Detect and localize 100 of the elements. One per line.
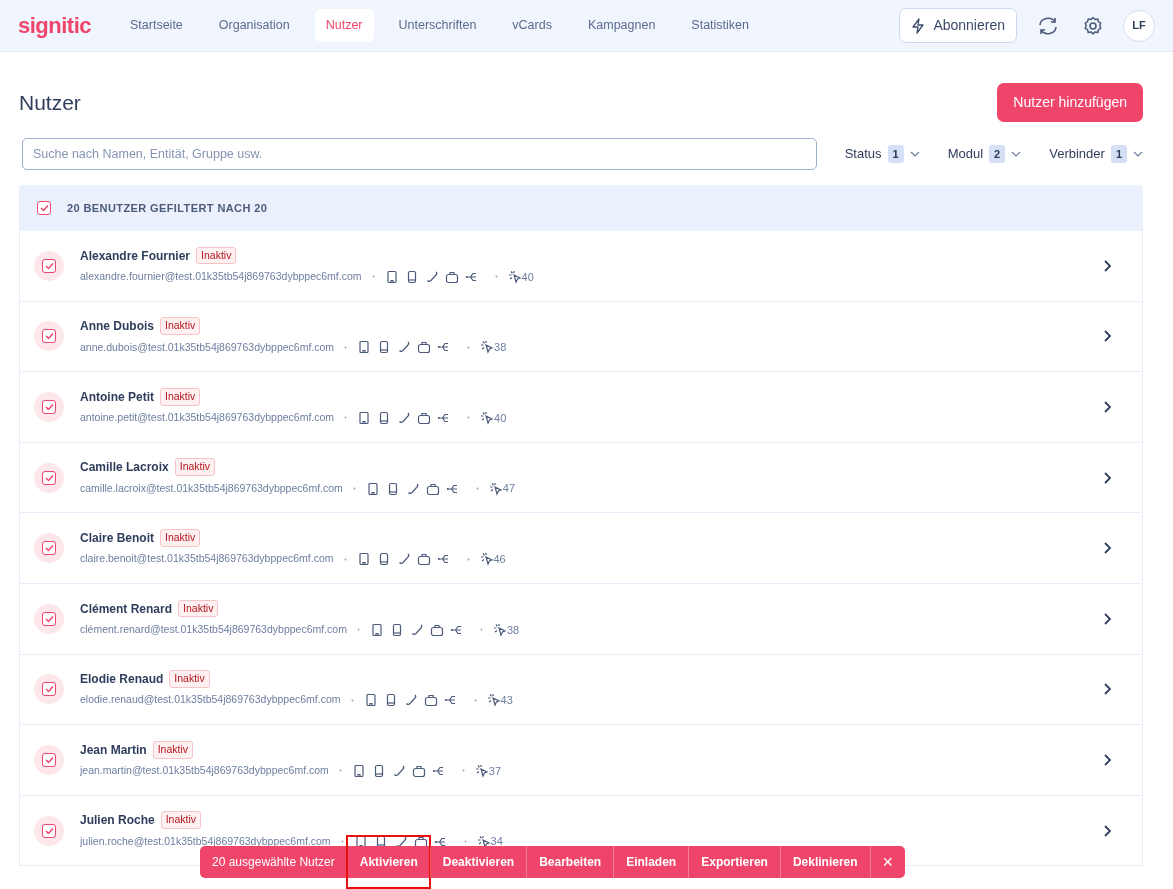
phone-icon [397, 340, 412, 355]
filter-dropdown[interactable]: Modul 2 [947, 144, 1022, 164]
chevron-right-icon [1103, 611, 1112, 626]
user-name: Julien Roche [80, 812, 155, 830]
building-icon [363, 693, 378, 708]
chevron-right-icon [1103, 400, 1112, 414]
action-button[interactable]: Deaktivieren [429, 846, 527, 878]
status-badge: Inaktiv [152, 740, 194, 759]
building-icon [356, 552, 371, 567]
separator-dot-icon [344, 416, 348, 420]
separator-dot-icon [479, 628, 483, 632]
chevron-down-icon [909, 151, 920, 157]
user-email: jean.martin@test.01k35tb54j869763dybppec6mf.com [80, 763, 329, 779]
row-checkbox[interactable] [34, 462, 64, 493]
separator-dot-icon [352, 487, 356, 491]
click-count: 40 [494, 410, 507, 426]
check-icon [39, 204, 49, 212]
briefcase-icon [417, 340, 432, 355]
user-name: Elodie Renaud [80, 671, 164, 689]
user-avatar[interactable]: LF [1123, 9, 1155, 42]
nav-tab[interactable]: Statistiken [680, 9, 761, 42]
phone-icon [397, 411, 412, 425]
check-icon [44, 403, 54, 411]
nav-tab[interactable]: Organisation [207, 9, 301, 42]
row-checkbox[interactable] [34, 392, 64, 422]
separator-dot-icon [343, 557, 347, 561]
user-row[interactable]: Alexandre Fournier Inaktiv alexandre.fournier@test.01k35tb54j869763dybppec6mf.com 40 [19, 231, 1143, 302]
chevron-down-icon [1133, 151, 1143, 157]
user-email: julien.roche@test.01k35tb54j869763dybppec6mf.com [80, 833, 331, 849]
separator-dot-icon [467, 345, 471, 349]
add-user-button[interactable]: Nutzer hinzufügen [997, 83, 1143, 122]
separator-dot-icon [371, 275, 375, 279]
user-row[interactable]: Jean Martin Inaktiv jean.martin@test.01k35tb54j869763dybppec6mf.com 37 [19, 725, 1143, 796]
user-email: claire.benoit@test.01k35tb54j869763dybppec6mf.com [80, 551, 334, 567]
user-email: camille.lacroix@test.01k35tb54j869763dybppec6mf.com [80, 480, 343, 496]
action-button[interactable]: Aktivieren [346, 836, 430, 888]
user-name: Claire Benoit [80, 529, 154, 547]
user-name: Antoine Petit [80, 388, 154, 406]
row-checkbox[interactable] [34, 321, 64, 352]
filter-dropdown[interactable]: Status 1 [844, 144, 920, 164]
row-checkbox[interactable] [34, 674, 64, 705]
user-row[interactable]: Elodie Renaud Inaktiv elodie.renaud@test.01k35tb54j869763dybppec6mf.com 43 [19, 654, 1143, 726]
separator-dot-icon [463, 840, 467, 844]
click-count: 40 [521, 269, 534, 285]
user-row[interactable]: Claire Benoit Inaktiv claire.benoit@test.01k35tb54j869763dybppec6mf.com 46 [19, 513, 1143, 584]
status-badge: Inaktiv [160, 529, 201, 547]
row-checkbox[interactable] [34, 250, 64, 281]
row-checkbox[interactable] [34, 744, 64, 775]
cursor-click-icon [488, 481, 503, 496]
row-checkbox[interactable] [34, 603, 64, 634]
chevron-right-icon [1103, 329, 1112, 344]
user-row[interactable]: Clément Renard Inaktiv clément.renard@test.01k35tb54j869763dybppec6mf.com 38 [19, 583, 1143, 655]
action-button[interactable]: Bearbeiten [526, 846, 614, 878]
subscribe-button[interactable]: Abonnieren [899, 8, 1017, 43]
chevron-right-icon [1103, 752, 1112, 767]
separator-dot-icon [338, 769, 342, 773]
settings-icon [1083, 16, 1103, 37]
action-button[interactable]: Einladen [613, 846, 689, 878]
chevron-right-icon [1103, 823, 1112, 838]
row-checkbox[interactable] [34, 815, 64, 846]
nav-tab[interactable]: Kampagnen [576, 9, 667, 42]
phone-icon [396, 552, 411, 567]
filter-label: Verbinder [1049, 145, 1105, 164]
user-row[interactable]: Anne Dubois Inaktiv anne.dubois@test.01k35tb54j869763dybppec6mf.com 38 [19, 301, 1143, 373]
cursor-click-icon [492, 622, 507, 637]
check-icon [44, 473, 54, 482]
action-button[interactable]: Exportieren [688, 846, 780, 878]
check-icon [44, 261, 54, 270]
user-name: Clément Renard [80, 600, 173, 618]
close-button[interactable]: × [869, 846, 906, 878]
user-email: clément.renard@test.01k35tb54j869763dybppec6mf.com [80, 621, 347, 637]
user-name: Camille Lacroix [80, 459, 169, 477]
cursor-click-icon [476, 834, 491, 849]
select-all-checkbox[interactable] [37, 201, 51, 215]
status-badge: Inaktiv [169, 670, 210, 688]
building-icon [365, 481, 380, 496]
action-button[interactable]: Deklinieren [779, 846, 870, 878]
separator-dot-icon [340, 840, 344, 844]
nav-tab[interactable]: Unterschriften [387, 9, 488, 42]
filter-dropdown[interactable]: Verbinder 1 [1049, 144, 1143, 164]
briefcase-icon [425, 481, 440, 496]
search-field[interactable]: Suche nach Namen, Entität, Gruppe usw. [22, 138, 817, 170]
chevron-right-icon [1103, 470, 1112, 485]
user-email: anne.dubois@test.01k35tb54j869763dybppec6mf.com [80, 339, 335, 355]
separator-dot-icon [494, 275, 498, 279]
nav-tab[interactable]: Startseite [119, 9, 194, 42]
nav-tab[interactable]: vCards [501, 9, 563, 42]
briefcase-icon [423, 693, 438, 708]
nav-tab[interactable]: Nutzer [314, 9, 374, 42]
user-row[interactable]: Camille Lacroix Inaktiv camille.lacroix@test.01k35tb54j869763dybppec6mf.com 47 [19, 442, 1143, 514]
chevron-right-icon [1103, 541, 1112, 556]
chevron-right-icon [1103, 682, 1112, 697]
click-count: 46 [493, 551, 506, 567]
row-checkbox[interactable] [34, 533, 64, 564]
filter-label: Modul [947, 145, 984, 164]
user-row[interactable]: Antoine Petit Inaktiv antoine.petit@test.01k35tb54j869763dybppec6mf.com 40 [19, 372, 1143, 443]
building-icon [369, 622, 384, 637]
logo[interactable]: signitic [18, 9, 91, 42]
filter-count: 1 [887, 144, 904, 164]
cursor-click-icon [474, 763, 489, 778]
